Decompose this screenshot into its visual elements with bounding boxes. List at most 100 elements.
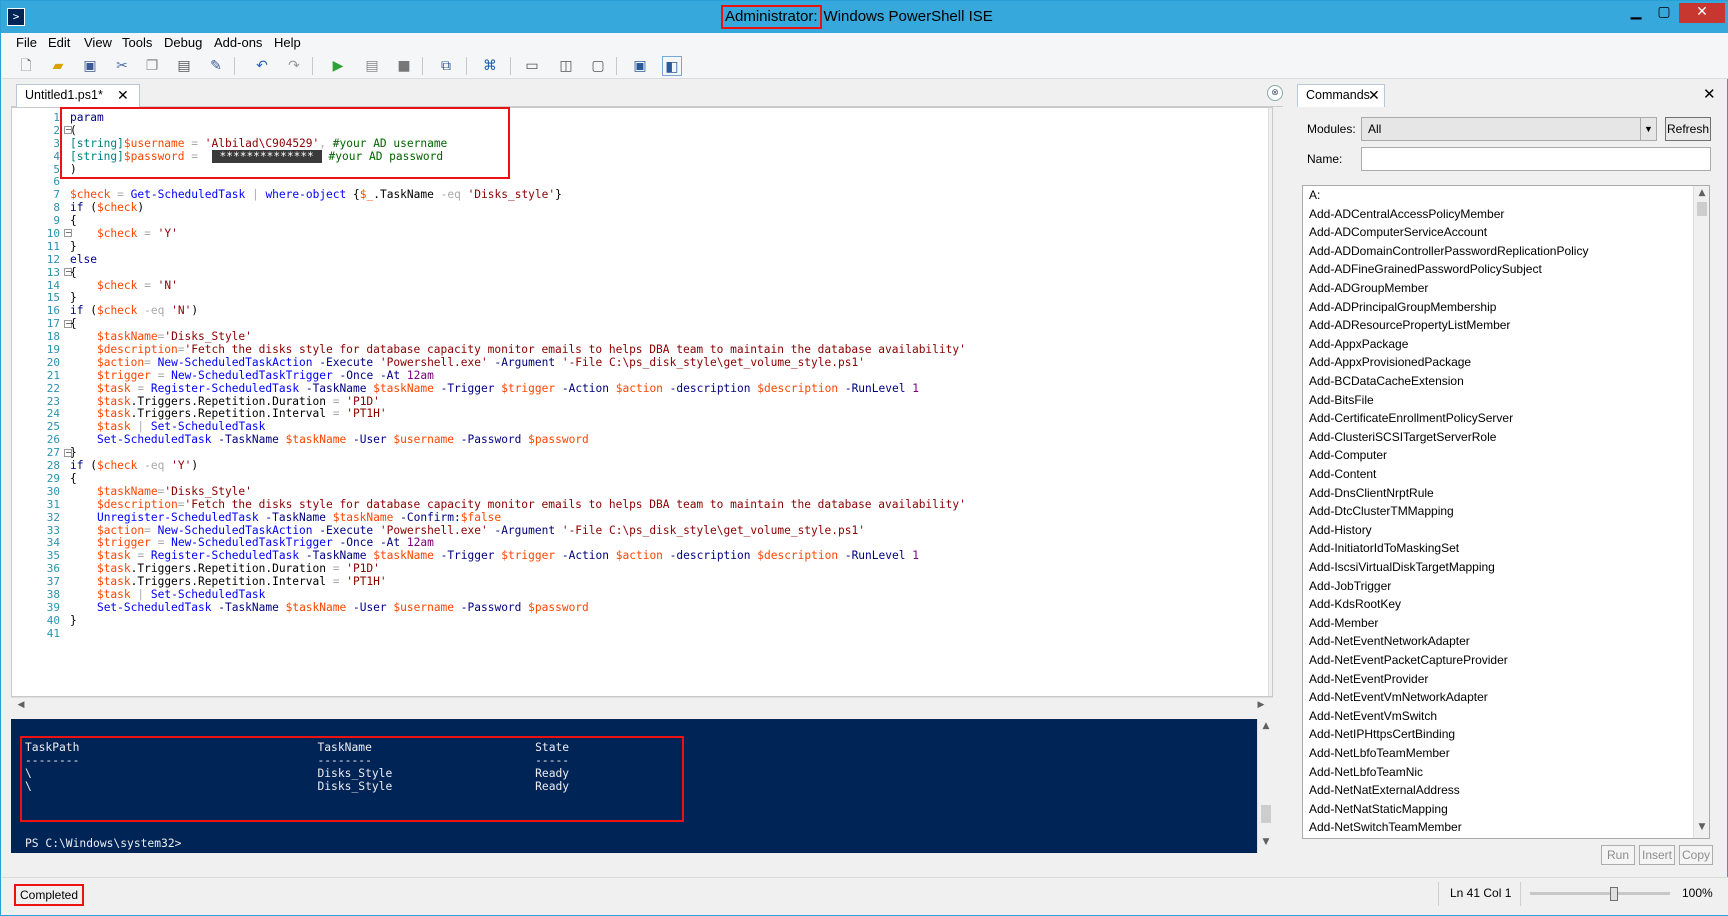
menu-tools[interactable]: Tools — [122, 35, 152, 50]
command-item[interactable]: Add-ADPrincipalGroupMembership — [1309, 298, 1496, 317]
zoom-slider[interactable] — [1530, 892, 1670, 895]
menu-add-ons[interactable]: Add-ons — [214, 35, 262, 50]
run-button[interactable]: Run — [1601, 845, 1635, 865]
close-pane-icon[interactable]: ✕ — [1703, 85, 1716, 103]
command-item[interactable]: Add-NetNatExternalAddress — [1309, 781, 1460, 800]
zoom-slider-thumb[interactable] — [1610, 887, 1618, 901]
console-icon[interactable]: ▣ — [630, 56, 650, 76]
paste-icon[interactable]: ▤ — [174, 56, 194, 76]
close-window-button[interactable]: ✕ — [1679, 3, 1725, 23]
editor-horizontal-scrollbar[interactable]: ◀ ▶ — [11, 697, 1273, 713]
name-filter-input[interactable] — [1361, 147, 1711, 171]
scroll-right-icon[interactable]: ▶ — [1253, 700, 1269, 710]
command-item[interactable]: Add-NetLbfoTeamNic — [1309, 763, 1423, 782]
command-item[interactable]: Add-ADCentralAccessPolicyMember — [1309, 205, 1504, 224]
command-item[interactable]: Add-JobTrigger — [1309, 577, 1391, 596]
command-item[interactable]: Add-NetEventProvider — [1309, 670, 1428, 689]
start-powershell-icon[interactable]: ⌘ — [480, 56, 500, 76]
menu-help[interactable]: Help — [274, 35, 301, 50]
script-pane-max-icon[interactable]: ▢ — [588, 56, 608, 76]
command-item[interactable]: Add-History — [1309, 521, 1372, 540]
command-item[interactable]: Add-Computer — [1309, 446, 1387, 465]
minimize-button[interactable]: ▁ — [1623, 3, 1649, 23]
script-pane-right-icon[interactable]: ◫ — [556, 56, 576, 76]
menu-file[interactable]: File — [16, 35, 37, 50]
scroll-thumb[interactable] — [1272, 126, 1273, 426]
command-item[interactable]: Add-InitiatorIdToMaskingSet — [1309, 539, 1459, 558]
scroll-down-icon[interactable]: ▼ — [1694, 822, 1709, 832]
command-item[interactable]: Add-NetLbfoTeamMember — [1309, 744, 1450, 763]
menu-edit[interactable]: Edit — [48, 35, 70, 50]
tab-untitled1[interactable]: Untitled1.ps1* ✕ — [16, 84, 140, 107]
command-item[interactable]: Add-NetEventNetworkAdapter — [1309, 632, 1470, 651]
cut-icon[interactable]: ✂ — [112, 56, 132, 76]
command-item[interactable]: Add-ADComputerServiceAccount — [1309, 223, 1487, 242]
modules-select[interactable]: All ▼ — [1361, 117, 1657, 141]
commands-list[interactable]: A: Add-ADCentralAccessPolicyMember Add-A… — [1302, 185, 1710, 839]
save-icon[interactable]: ▣ — [80, 56, 100, 76]
new-icon[interactable]: 🗋 — [16, 56, 36, 76]
scroll-up-icon[interactable]: ▲ — [1694, 188, 1709, 198]
param-highlight-box — [60, 107, 510, 179]
command-item[interactable]: Add-NetNatStaticMapping — [1309, 800, 1448, 819]
refresh-button[interactable]: Refresh — [1665, 117, 1711, 141]
new-remote-tab-icon[interactable]: ⧉ — [436, 56, 456, 76]
command-item[interactable]: Add-NetEventPacketCaptureProvider — [1309, 651, 1508, 670]
insert-button[interactable]: Insert — [1639, 845, 1675, 865]
stop-icon[interactable]: ■ — [394, 56, 414, 76]
command-item[interactable]: Add-BCDataCacheExtension — [1309, 372, 1464, 391]
command-item[interactable]: Add-Member — [1309, 614, 1378, 633]
command-item[interactable]: Add-KdsRootKey — [1309, 595, 1401, 614]
commands-addon-icon[interactable]: ◧ — [662, 56, 682, 76]
clear-icon[interactable]: ✎ — [206, 56, 226, 76]
code-lines[interactable]: param ( [string]$username = 'Albilad\C90… — [70, 111, 1260, 641]
open-icon[interactable]: ▰ — [48, 56, 68, 76]
command-item[interactable]: Add-NetEventVmNetworkAdapter — [1309, 688, 1488, 707]
tab-commands[interactable]: Commands ✕ — [1297, 84, 1385, 107]
command-item[interactable]: Add-NetEventVmSwitch — [1309, 707, 1437, 726]
script-pane-top-icon[interactable]: ▭ — [522, 56, 542, 76]
command-item[interactable]: Add-ADDomainControllerPasswordReplicatio… — [1309, 242, 1588, 261]
close-tab-icon[interactable]: ✕ — [117, 85, 129, 106]
command-item[interactable]: Add-ADFineGrainedPasswordPolicySubject — [1309, 260, 1542, 279]
scroll-left-icon[interactable]: ◀ — [13, 700, 29, 710]
editor-vertical-scrollbar[interactable]: ▲ ▼ — [1268, 108, 1273, 696]
command-item[interactable]: Add-AppxPackage — [1309, 335, 1408, 354]
command-item[interactable]: Add-NetSwitchTeamMember — [1309, 818, 1462, 837]
command-item[interactable]: Add-BitsFile — [1309, 391, 1374, 410]
command-item[interactable]: Add-IscsiVirtualDiskTargetMapping — [1309, 558, 1495, 577]
script-editor[interactable]: 1 2 3 4 5 6 7 8 9 10 11 12 13 14 15 16 1… — [11, 107, 1273, 697]
run-icon[interactable]: ▶ — [328, 56, 348, 76]
scroll-thumb[interactable] — [1697, 202, 1707, 216]
scroll-thumb[interactable] — [1261, 805, 1271, 823]
menu-view[interactable]: View — [84, 35, 112, 50]
command-item[interactable]: Add-Content — [1309, 465, 1376, 484]
copy-button[interactable]: Copy — [1679, 845, 1713, 865]
scroll-down-icon[interactable]: ▼ — [1269, 682, 1272, 692]
menu-debug[interactable]: Debug — [164, 35, 202, 50]
run-selection-icon[interactable]: ▤ — [362, 56, 382, 76]
collapse-pane-icon[interactable]: ⊗ — [1267, 85, 1283, 101]
command-item[interactable]: A: — [1309, 186, 1320, 205]
command-item[interactable]: Add-CertificateEnrollmentPolicyServer — [1309, 409, 1513, 428]
chevron-down-icon[interactable]: ▼ — [1640, 118, 1656, 140]
command-item[interactable]: Add-ClusteriSCSITargetServerRole — [1309, 428, 1496, 447]
console-vertical-scrollbar[interactable]: ▲ ▼ — [1257, 719, 1273, 853]
scroll-up-icon[interactable]: ▲ — [1258, 721, 1273, 731]
undo-icon[interactable]: ↶ — [252, 56, 272, 76]
command-item[interactable]: Add-ADGroupMember — [1309, 279, 1428, 298]
console-prompt[interactable]: PS C:\Windows\system32> — [25, 837, 181, 850]
commands-vertical-scrollbar[interactable]: ▲ ▼ — [1693, 186, 1709, 838]
command-item[interactable]: Add-NetIPHttpsCertBinding — [1309, 725, 1455, 744]
title-bar[interactable]: > Administrator: Windows PowerShell ISE ▁… — [1, 1, 1728, 33]
command-item[interactable]: Add-AppxProvisionedPackage — [1309, 353, 1471, 372]
close-tab-icon[interactable]: ✕ — [1368, 85, 1380, 106]
command-item[interactable]: Add-DnsClientNrptRule — [1309, 484, 1434, 503]
copy-icon[interactable]: ❐ — [142, 56, 162, 76]
scroll-up-icon[interactable]: ▲ — [1269, 110, 1272, 120]
scroll-down-icon[interactable]: ▼ — [1258, 837, 1273, 847]
command-item[interactable]: Add-DtcClusterTMMapping — [1309, 502, 1454, 521]
maximize-button[interactable]: ▢ — [1651, 3, 1677, 23]
command-item[interactable]: Add-ADResourcePropertyListMember — [1309, 316, 1510, 335]
redo-icon[interactable]: ↷ — [284, 56, 304, 76]
